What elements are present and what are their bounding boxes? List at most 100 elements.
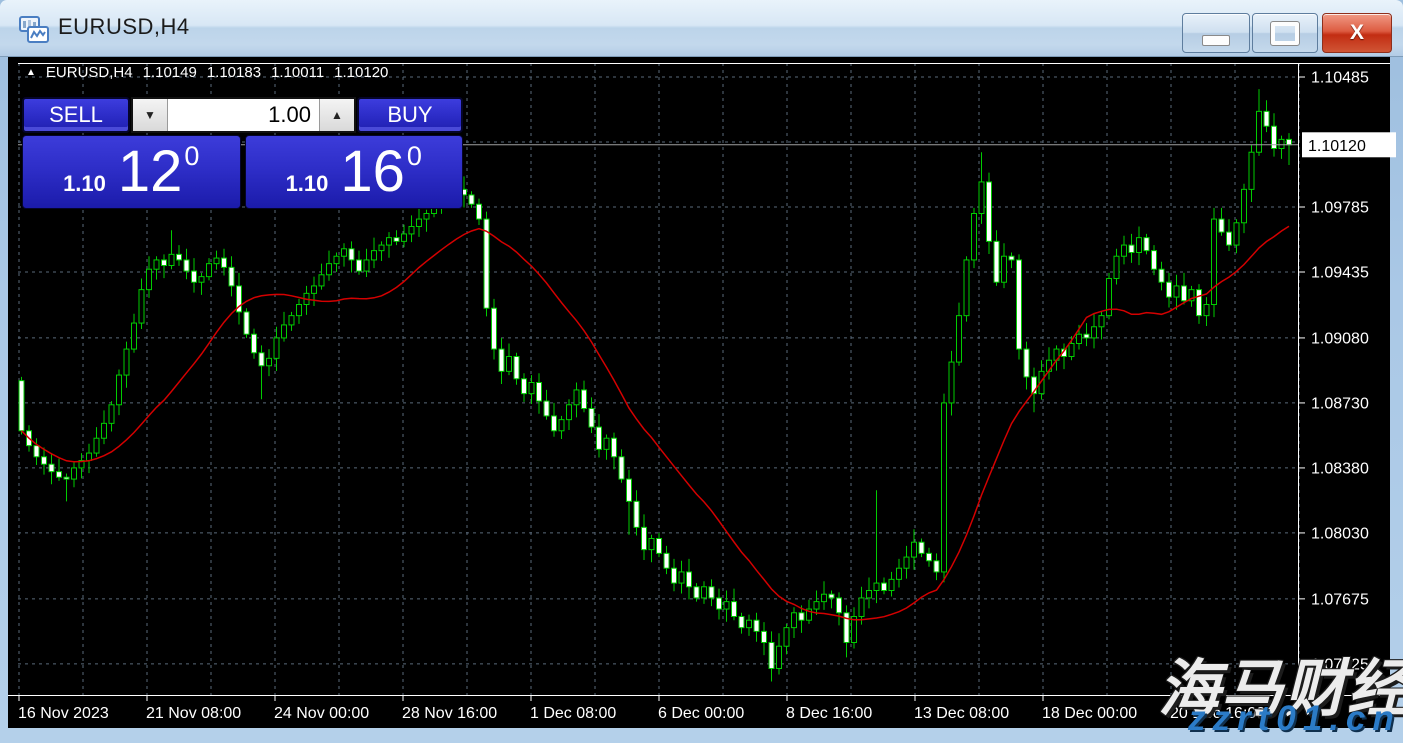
sell-price-base: 1.10 — [63, 171, 106, 197]
buy-price-display[interactable]: 1.10 16 0 — [245, 135, 464, 209]
header-open: 1.10149 — [143, 64, 197, 81]
candle — [874, 490, 879, 603]
candle — [1189, 286, 1194, 307]
candle — [1084, 323, 1089, 346]
candle — [259, 345, 264, 399]
sell-price-display[interactable]: 1.10 12 0 — [22, 135, 241, 209]
candle — [1227, 219, 1232, 251]
candle — [882, 578, 887, 595]
candle — [1249, 145, 1254, 202]
volume-decrease-button[interactable]: ▼ — [133, 99, 168, 131]
candle — [919, 539, 924, 558]
time-tick-label: 24 Nov 00:00 — [274, 705, 369, 722]
time-tick-label: 1 Dec 08:00 — [530, 705, 616, 722]
candle — [1099, 312, 1104, 339]
volume-input[interactable]: 1.00 — [168, 99, 319, 131]
price-tick-label: 1.07675 — [1311, 591, 1369, 608]
header-low: 1.10011 — [271, 64, 324, 81]
watermark-url: zzrt01.cn — [1188, 699, 1401, 739]
candle — [214, 251, 219, 270]
candle — [837, 592, 842, 625]
candle — [1212, 208, 1217, 317]
candle — [184, 249, 189, 279]
candle — [597, 414, 602, 457]
candle — [1272, 113, 1277, 156]
candle — [1009, 253, 1014, 269]
candle — [1047, 347, 1052, 379]
candle — [1242, 184, 1247, 233]
mt4-chart-window: { "window": { "title": "EURUSD,H4" }, "h… — [0, 0, 1403, 743]
candle — [724, 591, 729, 622]
candle — [777, 633, 782, 674]
candle — [267, 349, 272, 376]
time-tick-label: 28 Nov 16:00 — [402, 705, 497, 722]
candle — [582, 381, 587, 413]
candle — [679, 561, 684, 594]
candle — [912, 529, 917, 569]
volume-increase-button[interactable]: ▲ — [319, 99, 354, 131]
time-axis[interactable]: 16 Nov 202321 Nov 08:0024 Nov 00:0028 No… — [18, 696, 1265, 722]
sell-price-point: 0 — [184, 141, 199, 172]
candle — [544, 390, 549, 420]
sell-button[interactable]: SELL — [22, 97, 130, 133]
candle — [972, 208, 977, 268]
candle — [934, 553, 939, 580]
candle — [747, 615, 752, 636]
candle — [552, 403, 557, 437]
candle — [687, 559, 692, 599]
candle — [604, 435, 609, 460]
buy-button-label: BUY — [387, 102, 432, 128]
candle — [297, 299, 302, 324]
candle — [1024, 342, 1029, 390]
time-tick-label: 8 Dec 16:00 — [786, 705, 872, 722]
candle — [904, 546, 909, 579]
buy-price-point: 0 — [407, 141, 422, 172]
candle — [409, 215, 414, 242]
candle — [957, 303, 962, 366]
candle — [664, 546, 669, 574]
header-symbol-period: EURUSD,H4 — [46, 64, 133, 81]
candle — [42, 448, 47, 475]
candle — [942, 394, 947, 583]
candle — [567, 399, 572, 430]
candle — [492, 299, 497, 360]
candle — [334, 253, 339, 272]
buy-button[interactable]: BUY — [357, 97, 463, 133]
candle — [1257, 89, 1262, 156]
candle — [327, 251, 332, 281]
candle — [754, 613, 759, 642]
candle — [642, 514, 647, 560]
candle — [769, 631, 774, 681]
candle — [94, 427, 99, 457]
candle — [402, 225, 407, 248]
one-click-trading-panel: SELL ▼ 1.00 ▲ BUY 1.10 12 0 1.10 16 0 — [22, 97, 463, 209]
candle — [102, 410, 107, 444]
candle — [319, 264, 324, 290]
svg-text:1.10120: 1.10120 — [1308, 138, 1366, 155]
header-close: 1.10120 — [334, 64, 388, 81]
candle — [649, 535, 654, 562]
candle — [739, 613, 744, 634]
candle — [814, 591, 819, 616]
candle — [612, 433, 617, 470]
moving-average-line — [22, 226, 1290, 620]
price-axis[interactable]: 1.104851.097851.094351.090801.087301.083… — [1298, 70, 1369, 674]
sell-price-pips: 12 — [118, 143, 183, 201]
candle — [169, 230, 174, 269]
candle — [1002, 243, 1007, 288]
candle — [1129, 234, 1134, 263]
candle — [559, 416, 564, 439]
candle — [1219, 208, 1224, 236]
candle — [507, 344, 512, 376]
chevron-down-icon: ▼ — [144, 108, 156, 122]
candle — [1234, 219, 1239, 253]
candle — [1152, 245, 1157, 275]
candle — [844, 605, 849, 657]
candle — [1197, 284, 1202, 324]
volume-spinner: ▼ 1.00 ▲ — [131, 97, 356, 133]
panel-collapse-arrow-icon[interactable]: ▲ — [26, 65, 36, 80]
candle — [289, 312, 294, 331]
candle — [499, 338, 504, 384]
candle — [889, 572, 894, 597]
candle — [987, 173, 992, 254]
